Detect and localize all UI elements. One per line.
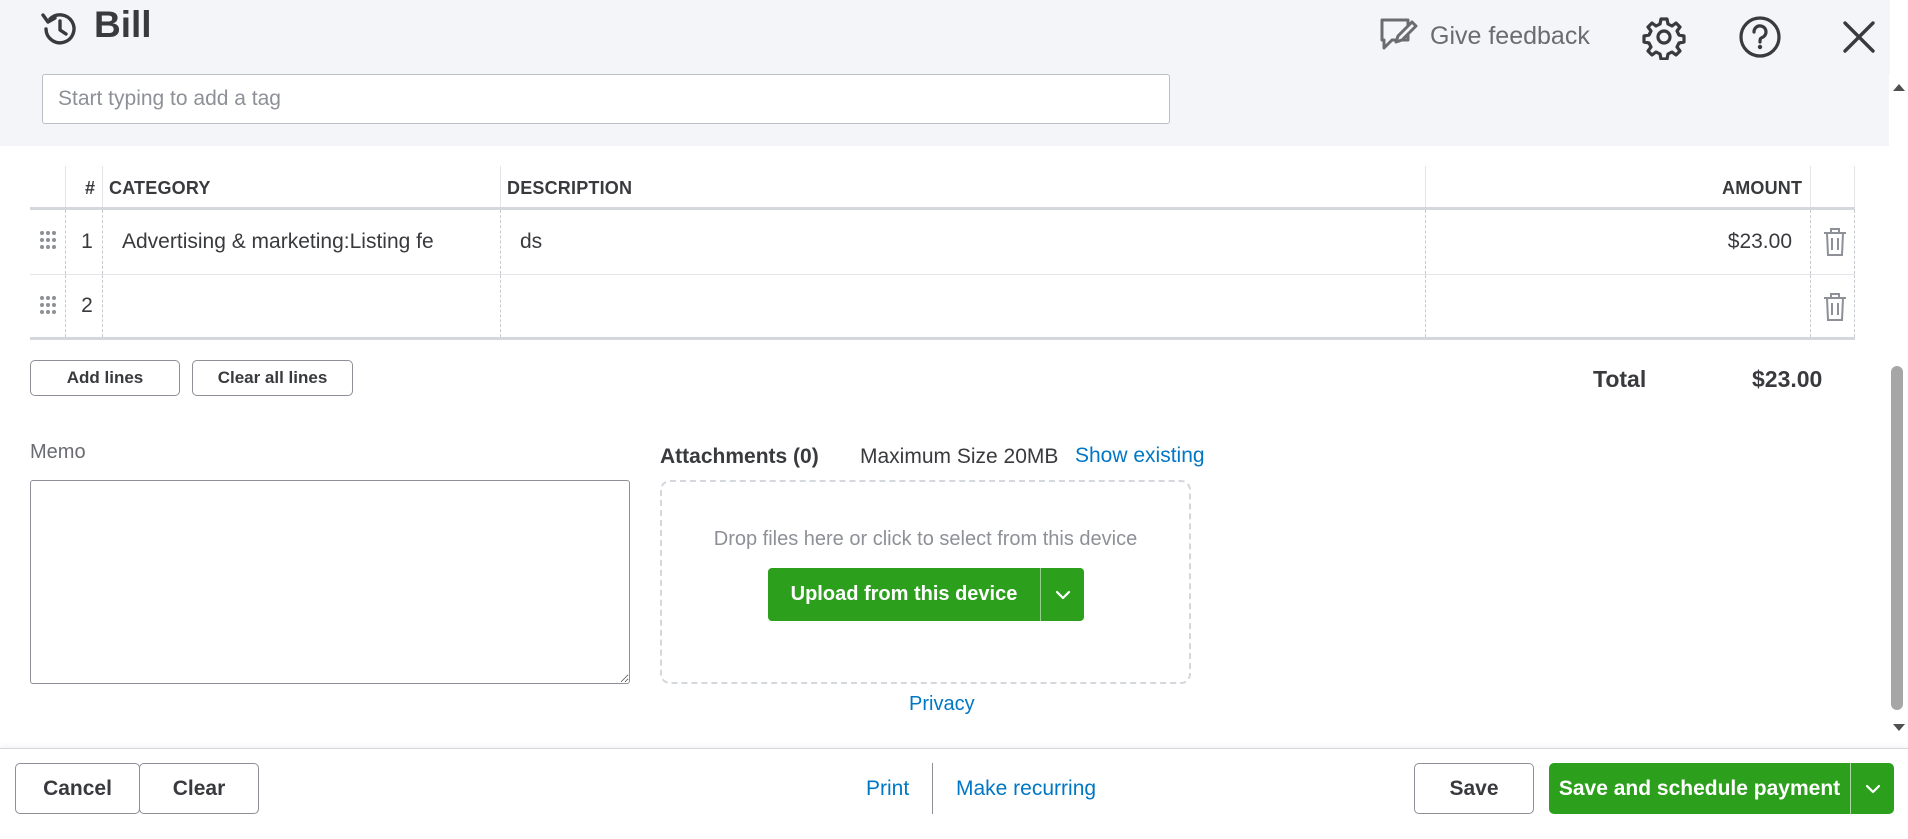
print-link[interactable]: Print: [866, 777, 909, 801]
gear-icon[interactable]: [1641, 14, 1687, 60]
column-divider: [500, 210, 501, 274]
column-divider: [1810, 166, 1811, 207]
footer-divider: [932, 763, 933, 814]
upload-split-button: Upload from this device: [768, 568, 1084, 621]
delete-row-icon[interactable]: [1821, 291, 1849, 323]
column-divider: [1854, 210, 1855, 274]
description-cell[interactable]: [520, 275, 1410, 337]
make-recurring-link[interactable]: Make recurring: [956, 777, 1096, 801]
amount-cell[interactable]: $23.00: [1430, 210, 1792, 274]
clear-all-lines-button[interactable]: Clear all lines: [192, 360, 353, 396]
attachments-max-size: Maximum Size 20MB: [860, 445, 1059, 468]
column-divider: [1810, 275, 1811, 337]
help-icon[interactable]: [1737, 14, 1783, 60]
tag-input[interactable]: [42, 74, 1170, 124]
save-button[interactable]: Save: [1414, 763, 1534, 814]
give-feedback-button[interactable]: Give feedback: [1376, 14, 1590, 58]
clear-button[interactable]: Clear: [139, 763, 259, 814]
save-and-schedule-payment-button[interactable]: Save and schedule payment: [1549, 763, 1850, 814]
give-feedback-label: Give feedback: [1430, 21, 1590, 50]
scroll-up-arrow-icon[interactable]: [1893, 84, 1905, 91]
column-divider: [1810, 210, 1811, 274]
add-lines-button[interactable]: Add lines: [30, 360, 180, 396]
column-divider: [500, 166, 501, 207]
column-divider: [102, 210, 103, 274]
column-divider: [1425, 166, 1426, 207]
chevron-down-icon: [1865, 784, 1880, 793]
column-divider: [1854, 166, 1855, 207]
table-row: 1 Advertising & marketing:Listing fe ds …: [30, 210, 1855, 275]
total-value: $23.00: [1752, 366, 1823, 392]
row-number: 1: [81, 230, 93, 253]
close-icon[interactable]: [1836, 14, 1882, 60]
feedback-icon: [1380, 18, 1418, 50]
row-number: 2: [81, 294, 93, 317]
total-label: Total: [1593, 366, 1647, 392]
drag-handle-icon[interactable]: [39, 295, 57, 315]
upload-button[interactable]: Upload from this device: [768, 568, 1040, 621]
column-divider: [1425, 210, 1426, 274]
privacy-link[interactable]: Privacy: [909, 693, 975, 716]
scroll-down-arrow-icon[interactable]: [1893, 724, 1905, 731]
column-divider: [1425, 275, 1426, 337]
column-divider: [102, 275, 103, 337]
scrollbar[interactable]: [1889, 74, 1908, 740]
description-cell[interactable]: ds: [520, 210, 1410, 274]
category-cell[interactable]: Advertising & marketing:Listing fe: [122, 210, 492, 274]
header-num: #: [85, 178, 96, 198]
column-divider: [65, 166, 66, 207]
chevron-down-icon: [1055, 590, 1070, 599]
upload-options-button[interactable]: [1040, 568, 1084, 621]
history-icon: [41, 13, 76, 45]
delete-row-icon[interactable]: [1821, 226, 1849, 258]
table-row: 2: [30, 275, 1855, 340]
save-options-button[interactable]: [1850, 763, 1894, 814]
show-existing-link[interactable]: Show existing: [1075, 444, 1205, 468]
amount-cell[interactable]: [1430, 275, 1792, 337]
column-divider: [65, 210, 66, 274]
column-divider: [1854, 275, 1855, 337]
attachment-dropzone[interactable]: Drop files here or click to select from …: [660, 480, 1191, 684]
memo-field[interactable]: [30, 480, 630, 684]
header-description: DESCRIPTION: [507, 178, 633, 198]
column-divider: [500, 275, 501, 337]
category-cell[interactable]: [122, 275, 492, 337]
scrollbar-thumb[interactable]: [1891, 366, 1903, 710]
header-amount: AMOUNT: [1722, 178, 1803, 198]
column-divider: [102, 166, 103, 207]
memo-label: Memo: [30, 441, 86, 463]
table-header: # CATEGORY DESCRIPTION AMOUNT: [30, 166, 1855, 210]
column-divider: [65, 275, 66, 337]
dropzone-text: Drop files here or click to select from …: [713, 528, 1138, 550]
header-category: CATEGORY: [109, 178, 211, 198]
drag-handle-icon[interactable]: [39, 230, 57, 250]
footer: Cancel Clear Print Make recurring Save S…: [0, 748, 1908, 839]
line-items-table: # CATEGORY DESCRIPTION AMOUNT 1 Advertis…: [30, 166, 1855, 340]
cancel-button[interactable]: Cancel: [15, 763, 140, 814]
save-schedule-split-button: Save and schedule payment: [1549, 763, 1894, 814]
page-title: Bill: [94, 4, 152, 45]
attachments-title: Attachments (0): [660, 445, 819, 468]
header: Bill Give feedback: [0, 0, 1908, 74]
